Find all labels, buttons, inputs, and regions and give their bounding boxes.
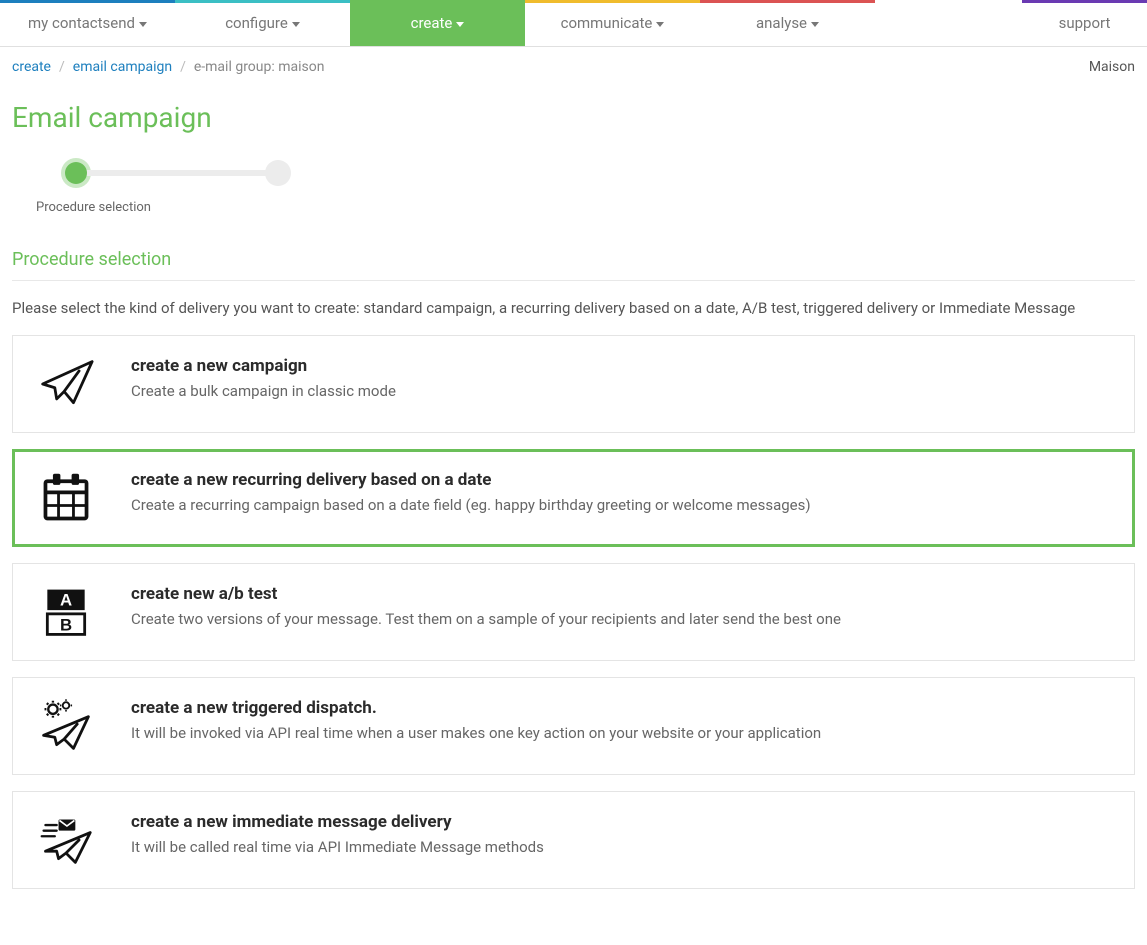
option-title: create a new recurring delivery based on… <box>131 470 811 490</box>
section-title: Procedure selection <box>12 249 1135 281</box>
stepper: Procedure selection <box>12 160 1135 215</box>
option-new-campaign[interactable]: create a new campaign Create a bulk camp… <box>12 335 1135 433</box>
paperplane-icon <box>35 356 97 412</box>
option-title: create a new campaign <box>131 356 396 376</box>
mail-paperplane-icon <box>35 812 97 868</box>
caret-down-icon <box>456 22 464 27</box>
nav-spacer <box>875 0 1022 46</box>
nav-tab-configure[interactable]: configure <box>175 0 350 46</box>
option-title: create new a/b test <box>131 584 841 604</box>
breadcrumb-link-create[interactable]: create <box>12 59 51 75</box>
nav-tab-support[interactable]: support <box>1022 0 1147 46</box>
nav-tab-label: configure <box>225 14 288 32</box>
breadcrumb-sep: / <box>59 59 65 75</box>
option-immediate-message[interactable]: create a new immediate message delivery … <box>12 791 1135 889</box>
breadcrumb-context: Maison <box>1089 59 1135 75</box>
option-ab-test[interactable]: create new a/b test Create two versions … <box>12 563 1135 661</box>
breadcrumb-current: e-mail group: maison <box>194 59 325 75</box>
breadcrumb-link-email-campaign[interactable]: email campaign <box>73 59 172 75</box>
option-title: create a new triggered dispatch. <box>131 698 821 718</box>
stepper-track <box>78 170 278 176</box>
option-recurring-delivery[interactable]: create a new recurring delivery based on… <box>12 449 1135 547</box>
nav-tab-create[interactable]: create <box>350 0 525 46</box>
option-desc: It will be invoked via API real time whe… <box>131 724 821 742</box>
option-title: create a new immediate message delivery <box>131 812 544 832</box>
nav-tab-label: my contactsend <box>28 14 135 32</box>
stepper-label: Procedure selection <box>36 200 1135 215</box>
breadcrumb: create / email campaign / e-mail group: … <box>0 47 1147 87</box>
nav-tab-communicate[interactable]: communicate <box>525 0 700 46</box>
option-desc: Create a bulk campaign in classic mode <box>131 382 396 400</box>
nav-tab-analyse[interactable]: analyse <box>700 0 875 46</box>
gear-paperplane-icon <box>35 698 97 754</box>
stepper-dot-inactive <box>265 160 291 186</box>
nav-tab-label: create <box>411 14 453 32</box>
abtest-icon <box>35 584 97 640</box>
nav-tab-label: support <box>1059 14 1111 32</box>
nav-tab-label: communicate <box>561 14 653 32</box>
option-triggered-dispatch[interactable]: create a new triggered dispatch. It will… <box>12 677 1135 775</box>
caret-down-icon <box>292 22 300 27</box>
breadcrumb-sep: / <box>180 59 186 75</box>
option-desc: It will be called real time via API Imme… <box>131 838 544 856</box>
section-desc: Please select the kind of delivery you w… <box>12 299 1135 317</box>
caret-down-icon <box>139 22 147 27</box>
caret-down-icon <box>656 22 664 27</box>
option-desc: Create two versions of your message. Tes… <box>131 610 841 628</box>
calendar-icon <box>35 470 97 526</box>
nav-tab-contactsend[interactable]: my contactsend <box>0 0 175 46</box>
stepper-dot-active <box>65 162 87 184</box>
page-title: Email campaign <box>12 101 1135 134</box>
option-desc: Create a recurring campaign based on a d… <box>131 496 811 514</box>
top-nav: my contactsend configure create communic… <box>0 0 1147 47</box>
nav-tab-label: analyse <box>756 14 807 32</box>
caret-down-icon <box>811 22 819 27</box>
